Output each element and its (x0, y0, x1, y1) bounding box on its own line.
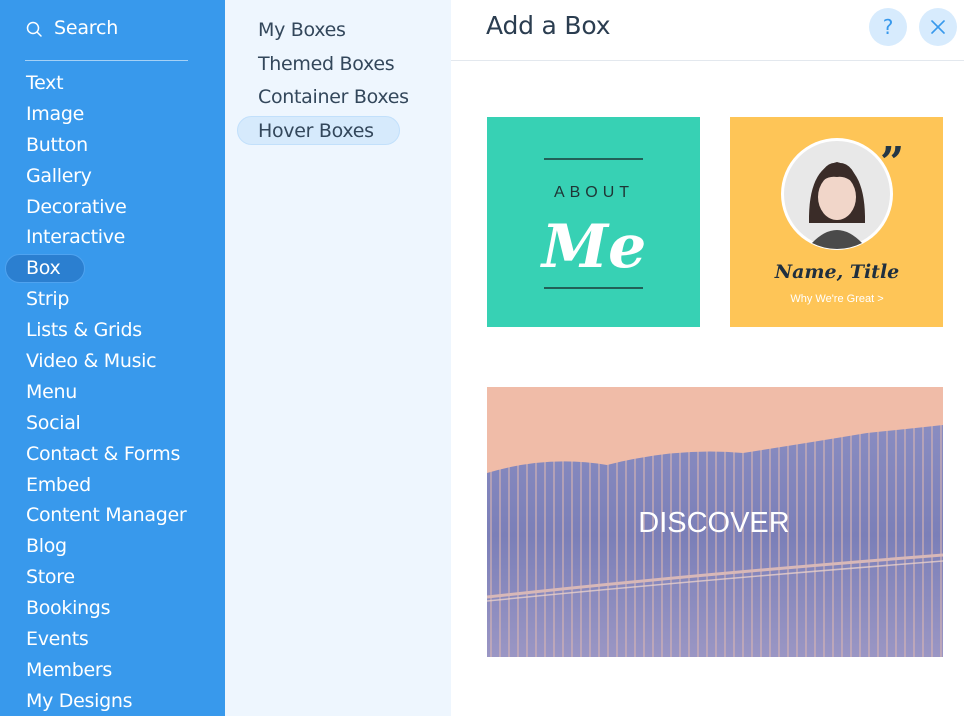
category-label: Lists & Grids (26, 319, 142, 342)
category-item-embed[interactable]: Embed (0, 470, 225, 501)
category-item-menu[interactable]: Menu (0, 377, 225, 408)
content-area: Add a Box ? ABOUT Me ” Name, Title Why W… (451, 0, 964, 716)
help-button[interactable]: ? (869, 8, 907, 46)
category-label: Gallery (26, 164, 92, 187)
category-label: Bookings (26, 597, 111, 620)
category-item-blog[interactable]: Blog (0, 531, 225, 562)
about-me-graphic: ABOUT Me (540, 158, 647, 289)
category-item-interactive[interactable]: Interactive (0, 222, 225, 253)
category-item-image[interactable]: Image (0, 99, 225, 130)
subcategory-item-hover-boxes[interactable]: Hover Boxes (225, 115, 451, 149)
box-preset-discover[interactable]: DISCOVER (487, 387, 943, 657)
search-button[interactable]: Search (25, 14, 188, 61)
close-icon (931, 20, 945, 34)
category-label: Social (26, 411, 81, 434)
category-list: Text Image Button Gallery Decorative Int… (0, 68, 225, 716)
search-label: Search (54, 17, 119, 39)
discover-graphic: DISCOVER (487, 425, 943, 657)
category-item-events[interactable]: Events (0, 624, 225, 655)
category-item-store[interactable]: Store (0, 562, 225, 593)
category-label: Video & Music (26, 350, 157, 373)
category-item-box[interactable]: Box (0, 253, 225, 284)
profile-name: Name, Title (774, 261, 900, 283)
category-label: Text (26, 72, 64, 94)
category-label: Decorative (26, 195, 127, 218)
category-item-strip[interactable]: Strip (0, 284, 225, 315)
category-label: Content Manager (26, 504, 187, 527)
subcategory-label: Container Boxes (258, 86, 409, 108)
subcategory-item-my-boxes[interactable]: My Boxes (225, 14, 451, 48)
panel-header: Add a Box ? (451, 0, 964, 61)
category-label: Blog (26, 535, 67, 558)
subcategory-label: Hover Boxes (258, 119, 374, 142)
subcategory-list: My Boxes Themed Boxes Container Boxes Ho… (225, 14, 451, 148)
category-label: Contact & Forms (26, 442, 181, 465)
close-button[interactable] (919, 8, 957, 46)
box-preset-about-me[interactable]: ABOUT Me (487, 117, 700, 327)
category-label: Members (26, 658, 112, 681)
category-label: Box (26, 257, 61, 280)
subcategory-label: Themed Boxes (258, 52, 395, 75)
category-label: Button (26, 133, 88, 156)
quote-mark: ” (880, 138, 904, 187)
subcategory-label: My Boxes (258, 19, 346, 41)
subcategory-item-themed-boxes[interactable]: Themed Boxes (225, 48, 451, 82)
category-sidebar: Search Text Image Button Gallery Decorat… (0, 0, 225, 716)
search-icon (26, 21, 42, 37)
category-item-bookings[interactable]: Bookings (0, 593, 225, 624)
category-label: Menu (26, 380, 77, 403)
category-item-members[interactable]: Members (0, 655, 225, 686)
category-label: My Designs (26, 689, 133, 712)
category-item-lists-grids[interactable]: Lists & Grids (0, 315, 225, 346)
question-icon: ? (882, 15, 894, 39)
category-label: Interactive (26, 226, 126, 249)
discover-label: DISCOVER (638, 507, 789, 539)
category-label: Strip (26, 288, 70, 311)
about-line1: ABOUT (554, 184, 634, 201)
category-label: Image (26, 102, 85, 125)
box-preset-profile[interactable]: ” Name, Title Why We're Great > (730, 117, 943, 327)
profile-link: Why We're Great > (790, 293, 883, 305)
category-item-text[interactable]: Text (0, 68, 225, 99)
about-line2: Me (540, 212, 647, 282)
category-item-contact-forms[interactable]: Contact & Forms (0, 439, 225, 470)
subcategory-item-container-boxes[interactable]: Container Boxes (225, 81, 451, 115)
panel-title: Add a Box (486, 11, 611, 40)
category-item-my-designs[interactable]: My Designs (0, 686, 225, 716)
category-item-video-music[interactable]: Video & Music (0, 346, 225, 377)
category-item-button[interactable]: Button (0, 130, 225, 161)
category-label: Store (26, 566, 75, 589)
category-item-social[interactable]: Social (0, 408, 225, 439)
category-label: Embed (26, 473, 91, 496)
category-item-decorative[interactable]: Decorative (0, 192, 225, 223)
category-item-content-manager[interactable]: Content Manager (0, 500, 225, 531)
subcategory-panel: My Boxes Themed Boxes Container Boxes Ho… (225, 0, 451, 716)
category-item-gallery[interactable]: Gallery (0, 161, 225, 192)
category-label: Events (26, 628, 89, 651)
profile-graphic: ” Name, Title Why We're Great > (774, 138, 904, 305)
